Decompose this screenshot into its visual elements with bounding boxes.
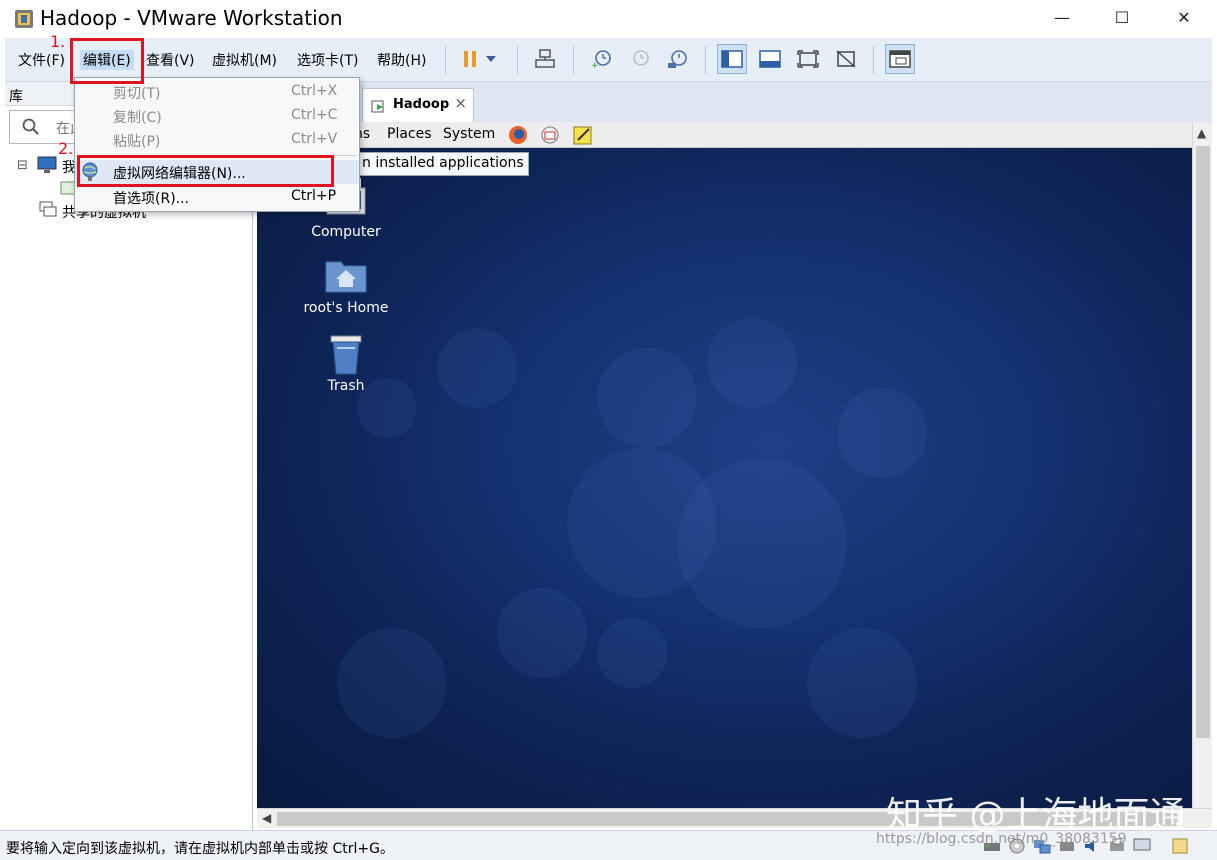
- shared-vms-icon: [39, 201, 57, 217]
- snapshot-manager-button[interactable]: [663, 44, 693, 74]
- menu-item-label: 剪切(T): [113, 86, 161, 102]
- tab-label: Hadoop: [393, 97, 450, 112]
- toolbar-separator: [573, 46, 574, 74]
- vmware-app-icon: [15, 10, 33, 28]
- console-view-icon: [889, 50, 911, 68]
- send-ctrl-alt-del-button[interactable]: [530, 44, 560, 74]
- fullscreen-icon: [797, 50, 819, 68]
- menu-file[interactable]: 文件(F): [18, 50, 65, 70]
- csdn-watermark-url: https://blog.csdn.net/m0_38083159: [876, 831, 1127, 847]
- network-send-icon: [535, 49, 555, 68]
- mail-icon[interactable]: [539, 124, 561, 146]
- scroll-left-icon[interactable]: ◀: [262, 811, 271, 825]
- tab-close-icon[interactable]: ×: [454, 94, 467, 112]
- sidebar-layout-icon: [721, 50, 743, 68]
- thumbnail-layout-icon: [759, 50, 781, 68]
- pause-button[interactable]: [455, 44, 485, 74]
- menu-tabs[interactable]: 选项卡(T): [297, 50, 358, 70]
- menu-view[interactable]: 查看(V): [146, 50, 195, 70]
- revert-clock-icon: [633, 50, 649, 66]
- annotation-step-1: 1.: [50, 32, 66, 51]
- menu-item-shortcut: Ctrl+P: [291, 188, 337, 204]
- trash-icon: [330, 335, 362, 375]
- panel-system-menu[interactable]: System: [443, 126, 495, 142]
- minimize-button[interactable]: —: [1032, 4, 1092, 34]
- chevron-down-icon: [486, 56, 496, 62]
- toolbar-separator: [517, 46, 518, 74]
- search-icon: [22, 118, 39, 135]
- full-screen-button[interactable]: [793, 44, 823, 74]
- status-text: 要将输入定向到该虚拟机，请在虚拟机内部单击或按 Ctrl+G。: [6, 841, 394, 857]
- menu-vm[interactable]: 虚拟机(M): [212, 50, 277, 70]
- show-library-button[interactable]: [717, 44, 747, 74]
- snapshot-manager-icon: [668, 50, 687, 68]
- panel-places-menu[interactable]: Places: [387, 126, 432, 142]
- window-title: Hadoop - VMware Workstation: [40, 6, 343, 30]
- title-bar: Hadoop - VMware Workstation — ☐ ✕: [0, 0, 1217, 38]
- maximize-button[interactable]: ☐: [1092, 4, 1152, 34]
- power-dropdown-button[interactable]: [482, 44, 500, 74]
- snapshot-clock-icon: +: [591, 50, 611, 69]
- revert-snapshot-button[interactable]: [625, 44, 655, 74]
- menu-item-shortcut: Ctrl+C: [291, 107, 338, 123]
- guest-top-panel: ns Places System: [254, 122, 1212, 148]
- desktop-icon-label: Computer: [311, 224, 381, 240]
- desktop-icon-trash[interactable]: Trash: [291, 332, 401, 394]
- vm-tab-strip: Hadoop ×: [254, 82, 1212, 122]
- menu-toolbar-bar: 文件(F) 编辑(E) 查看(V) 虚拟机(M) 选项卡(T) 帮助(H) +: [5, 38, 1212, 82]
- menu-edit[interactable]: 编辑(E): [80, 50, 134, 70]
- display-icon[interactable]: [1132, 837, 1152, 855]
- menu-item-label: 首选项(R)...: [113, 191, 190, 207]
- home-folder-icon: [325, 261, 367, 293]
- notes-icon[interactable]: [572, 124, 594, 146]
- snapshot-button[interactable]: +: [587, 44, 617, 74]
- network-globe-icon: [82, 162, 98, 181]
- annotation-step-2: 2.: [58, 139, 74, 158]
- pause-icon: [464, 51, 476, 67]
- toolbar-separator: [705, 46, 706, 74]
- vm-icon: [371, 100, 384, 113]
- menu-item-label: 粘贴(P): [113, 134, 161, 150]
- applications-tooltip: n installed applications: [357, 152, 529, 176]
- console-view-button[interactable]: [885, 44, 915, 74]
- tree-collapse-toggle[interactable]: ⊟: [17, 158, 28, 173]
- tab-hadoop[interactable]: Hadoop ×: [362, 88, 474, 122]
- thumbnail-bar-button[interactable]: [755, 44, 785, 74]
- menu-item-label: 虚拟网络编辑器(N)...: [113, 166, 246, 182]
- menu-item-label: 复制(C): [113, 110, 162, 126]
- scroll-up-icon[interactable]: ▲: [1197, 126, 1206, 140]
- menu-item-cut[interactable]: 剪切(T) Ctrl+X: [75, 80, 359, 104]
- menu-item-preferences[interactable]: 首选项(R)... Ctrl+P: [75, 185, 359, 209]
- close-button[interactable]: ✕: [1154, 4, 1214, 34]
- vertical-scrollbar[interactable]: ▲: [1192, 122, 1212, 808]
- menu-item-shortcut: Ctrl+X: [291, 83, 338, 99]
- edit-menu-dropdown: 剪切(T) Ctrl+X 复制(C) Ctrl+C 粘贴(P) Ctrl+V 虚…: [74, 77, 360, 212]
- menu-item-shortcut: Ctrl+V: [291, 131, 338, 147]
- svg-text:+: +: [591, 61, 599, 69]
- firefox-icon[interactable]: [507, 124, 529, 146]
- menu-separator: [105, 155, 357, 156]
- menu-item-copy[interactable]: 复制(C) Ctrl+C: [75, 104, 359, 128]
- desktop-icon-label: Trash: [327, 378, 365, 394]
- toolbar-separator: [873, 46, 874, 74]
- vertical-scroll-thumb[interactable]: [1196, 146, 1210, 738]
- menu-item-virtual-network-editor[interactable]: 虚拟网络编辑器(N)...: [75, 160, 359, 184]
- menu-item-paste[interactable]: 粘贴(P) Ctrl+V: [75, 128, 359, 152]
- desktop-icon-home[interactable]: root's Home: [291, 254, 401, 316]
- toolbar-separator: [445, 46, 446, 74]
- unity-mode-button[interactable]: [831, 44, 861, 74]
- menu-help[interactable]: 帮助(H): [377, 50, 426, 70]
- computer-icon: [37, 156, 57, 173]
- desktop-icon-label: root's Home: [303, 300, 389, 316]
- unity-icon: [836, 50, 856, 68]
- message-log-icon[interactable]: [1170, 837, 1190, 855]
- guest-desktop[interactable]: Computer root's Home Trash: [257, 148, 1192, 808]
